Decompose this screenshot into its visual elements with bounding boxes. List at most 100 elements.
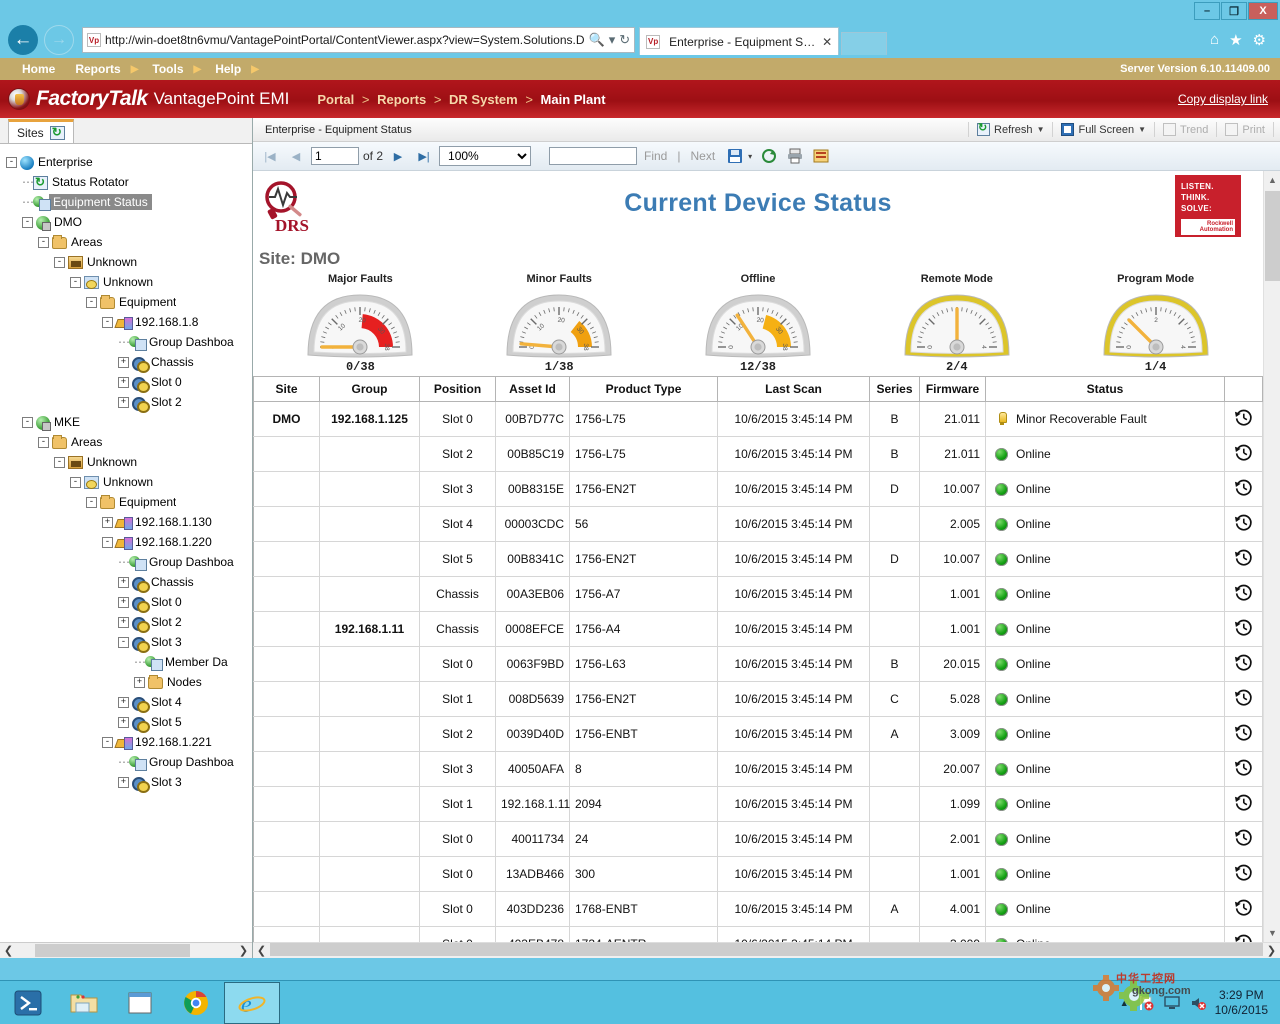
tree-item-mke[interactable]: -MKE — [6, 412, 252, 432]
favorites-star-icon[interactable]: ★ — [1229, 31, 1242, 49]
previous-page-button[interactable]: ◀ — [285, 146, 307, 166]
scroll-up-icon[interactable]: ▲ — [1264, 171, 1280, 188]
chevron-down-icon[interactable]: ▾ — [609, 32, 616, 48]
collapse-toggle-icon[interactable]: - — [38, 437, 49, 448]
expand-toggle-icon[interactable]: + — [118, 577, 129, 588]
collapse-toggle-icon[interactable]: - — [102, 317, 113, 328]
scroll-track[interactable] — [17, 943, 235, 958]
tree-item-dmo[interactable]: -DMO — [6, 212, 252, 232]
menu-item-help[interactable]: Help — [205, 62, 251, 76]
tree-item-chassis[interactable]: +Chassis — [6, 572, 252, 592]
history-button[interactable] — [1225, 437, 1263, 472]
collapse-toggle-icon[interactable]: - — [22, 417, 33, 428]
collapse-toggle-icon[interactable]: - — [86, 497, 97, 508]
collapse-toggle-icon[interactable]: - — [118, 637, 129, 648]
back-arrow-icon[interactable]: ← — [8, 25, 38, 55]
tree-item-slot-0[interactable]: +Slot 0 — [6, 592, 252, 612]
expand-toggle-icon[interactable]: + — [134, 677, 145, 688]
expand-toggle-icon[interactable]: + — [118, 377, 129, 388]
collapse-toggle-icon[interactable]: - — [54, 257, 65, 268]
history-button[interactable] — [1225, 542, 1263, 577]
maximize-button[interactable]: ❐ — [1221, 2, 1247, 20]
breadcrumb-reports[interactable]: Reports — [377, 92, 426, 107]
tree-item-chassis[interactable]: +Chassis — [6, 352, 252, 372]
expand-toggle-icon[interactable]: + — [118, 697, 129, 708]
refresh-button[interactable]: Refresh ▼ — [969, 123, 1052, 136]
show-hidden-icons-button[interactable]: ▲ — [1120, 998, 1129, 1008]
find-next-link[interactable]: Next — [687, 149, 718, 163]
internet-explorer-taskbar-icon[interactable]: e — [224, 982, 280, 1024]
collapse-toggle-icon[interactable]: - — [38, 237, 49, 248]
collapse-toggle-icon[interactable]: - — [102, 537, 113, 548]
volume-muted-icon[interactable] — [1189, 994, 1207, 1012]
tree-item-slot-3[interactable]: -Slot 3 — [6, 632, 252, 652]
scroll-down-icon[interactable]: ▼ — [1264, 924, 1280, 941]
history-button[interactable] — [1225, 647, 1263, 682]
scroll-thumb[interactable] — [270, 943, 1263, 956]
chevron-down-icon[interactable]: ▾ — [748, 152, 752, 161]
tab-sites[interactable]: Sites — [8, 119, 74, 143]
refresh-icon[interactable]: ↻ — [619, 32, 630, 48]
tree-item-slot-3[interactable]: +Slot 3 — [6, 772, 252, 792]
collapse-toggle-icon[interactable]: - — [86, 297, 97, 308]
report-vertical-scrollbar[interactable]: ▲ ▼ ⌄ — [1263, 171, 1280, 958]
page-number-input[interactable] — [311, 147, 359, 165]
menu-item-home[interactable]: Home — [12, 62, 65, 76]
history-button[interactable] — [1225, 472, 1263, 507]
close-icon[interactable]: ✕ — [822, 35, 832, 49]
find-link[interactable]: Find — [641, 149, 670, 163]
new-tab-button[interactable] — [841, 32, 887, 55]
tree-item-unknown[interactable]: -Unknown — [6, 252, 252, 272]
tree-item-192-168-1-221[interactable]: -192.168.1.221 — [6, 732, 252, 752]
tree-item-areas[interactable]: -Areas — [6, 232, 252, 252]
collapse-toggle-icon[interactable]: - — [22, 217, 33, 228]
scroll-right-icon[interactable]: ❯ — [1263, 943, 1280, 958]
trend-button[interactable]: Trend — [1155, 123, 1216, 136]
tree-item-unknown[interactable]: -Unknown — [6, 472, 252, 492]
first-page-button[interactable]: |◀ — [259, 146, 281, 166]
menu-item-reports[interactable]: Reports — [65, 62, 130, 76]
tree-item-192-168-1-130[interactable]: +192.168.1.130 — [6, 512, 252, 532]
history-button[interactable] — [1225, 612, 1263, 647]
history-button[interactable] — [1225, 717, 1263, 752]
expand-toggle-icon[interactable]: + — [118, 777, 129, 788]
scroll-thumb[interactable] — [1265, 191, 1280, 281]
expand-toggle-icon[interactable]: + — [118, 617, 129, 628]
tree-item-slot-5[interactable]: +Slot 5 — [6, 712, 252, 732]
tree-item-member-da[interactable]: ⋯Member Da — [6, 652, 252, 672]
print-icon[interactable] — [786, 147, 804, 165]
tree-item-192-168-1-220[interactable]: -192.168.1.220 — [6, 532, 252, 552]
taskbar-clock[interactable]: 3:29 PM 10/6/2015 — [1215, 988, 1272, 1018]
menu-item-tools[interactable]: Tools — [142, 62, 193, 76]
powershell-taskbar-icon[interactable] — [0, 982, 56, 1024]
scroll-left-icon[interactable]: ❮ — [0, 943, 17, 958]
layout-icon[interactable] — [812, 147, 830, 165]
tree-item-group-dashboa[interactable]: ⋯Group Dashboa — [6, 332, 252, 352]
export-save-icon[interactable] — [726, 147, 744, 165]
tree-item-equipment[interactable]: -Equipment — [6, 492, 252, 512]
gear-icon[interactable]: ⚙ — [1253, 31, 1266, 49]
tree-item-equipment-status[interactable]: ⋯Equipment Status — [6, 192, 252, 212]
history-button[interactable] — [1225, 892, 1263, 927]
breadcrumb-dr-system[interactable]: DR System — [449, 92, 518, 107]
history-button[interactable] — [1225, 787, 1263, 822]
address-bar[interactable]: Vp http://win-doet8tn6vmu/VantagePointPo… — [82, 27, 635, 53]
print-button[interactable]: Print — [1217, 123, 1273, 136]
forward-arrow-icon[interactable]: → — [44, 25, 74, 55]
scroll-right-icon[interactable]: ❯ — [235, 943, 252, 958]
history-button[interactable] — [1225, 577, 1263, 612]
display-icon[interactable] — [1163, 994, 1181, 1012]
chevron-down-icon[interactable]: ▼ — [1037, 125, 1045, 134]
tree-item-slot-2[interactable]: +Slot 2 — [6, 612, 252, 632]
expand-toggle-icon[interactable]: + — [118, 597, 129, 608]
tree-item-slot-0[interactable]: +Slot 0 — [6, 372, 252, 392]
chrome-taskbar-icon[interactable] — [168, 982, 224, 1024]
home-icon[interactable]: ⌂ — [1210, 31, 1219, 49]
collapse-toggle-icon[interactable]: - — [70, 477, 81, 488]
minimize-button[interactable]: – — [1194, 2, 1220, 20]
collapse-toggle-icon[interactable]: - — [70, 277, 81, 288]
tree-item-slot-4[interactable]: +Slot 4 — [6, 692, 252, 712]
history-button[interactable] — [1225, 682, 1263, 717]
tree-item-enterprise[interactable]: -Enterprise — [6, 152, 252, 172]
tree-item-slot-2[interactable]: +Slot 2 — [6, 392, 252, 412]
